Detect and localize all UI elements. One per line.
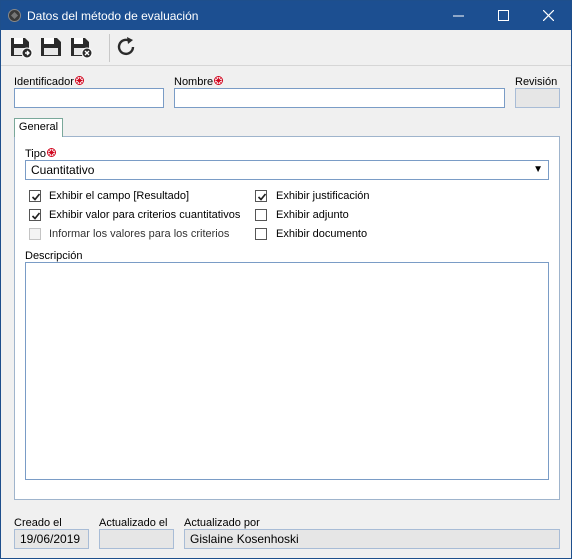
tipo-label-text: Tipo	[25, 148, 46, 160]
revision-input	[515, 88, 560, 108]
identificador-input[interactable]	[14, 88, 164, 108]
save-close-button[interactable]	[69, 35, 93, 59]
informar-valores-checkbox	[29, 228, 41, 240]
actualizado-label: Actualizado el	[99, 517, 168, 529]
required-icon	[214, 76, 224, 85]
tab-general[interactable]: General	[14, 118, 63, 137]
identificador-label-text: Identificador	[14, 76, 74, 88]
actualizado-por-label: Actualizado por	[184, 517, 260, 529]
checkmark-icon	[31, 193, 41, 201]
save-close-icon	[71, 38, 93, 59]
creado-input: 19/06/2019	[14, 529, 89, 549]
refresh-icon	[117, 37, 135, 56]
app-icon	[8, 9, 21, 22]
actualizado-input	[99, 529, 174, 549]
exhibir-adjunto-label[interactable]: Exhibir adjunto	[276, 209, 349, 221]
toolbar	[1, 30, 571, 66]
creado-label: Creado el	[14, 517, 62, 529]
close-icon	[543, 10, 554, 21]
required-icon	[47, 148, 56, 157]
exhibir-valor-label[interactable]: Exhibir valor para criterios cuantitativ…	[49, 209, 240, 221]
save-button[interactable]	[39, 35, 63, 59]
exhibir-documento-checkbox[interactable]	[255, 228, 267, 240]
save-icon	[41, 38, 61, 56]
identificador-label: Identificador	[14, 76, 84, 88]
minimize-button[interactable]	[436, 1, 481, 30]
exhibir-valor-checkbox[interactable]	[29, 209, 41, 221]
save-new-button[interactable]	[9, 35, 33, 59]
maximize-icon	[498, 10, 509, 21]
dropdown-arrow-icon[interactable]: ▼	[533, 164, 543, 175]
title-bar[interactable]: Datos del método de evaluación	[1, 1, 571, 30]
minimize-icon	[453, 15, 464, 17]
tipo-select[interactable]: Cuantitativo ▼	[25, 160, 549, 180]
nombre-input[interactable]	[174, 88, 505, 108]
exhibir-resultado-label[interactable]: Exhibir el campo [Resultado]	[49, 190, 189, 202]
checkmark-icon	[257, 193, 267, 201]
close-button[interactable]	[526, 1, 571, 30]
exhibir-resultado-checkbox[interactable]	[29, 190, 41, 202]
required-icon	[74, 76, 84, 85]
tipo-label: Tipo	[25, 148, 56, 160]
checkmark-icon	[31, 212, 41, 220]
maximize-button[interactable]	[481, 1, 526, 30]
nombre-label-text: Nombre	[174, 76, 214, 88]
toolbar-separator	[109, 34, 110, 62]
nombre-label: Nombre	[174, 76, 224, 88]
window-title: Datos del método de evaluación	[27, 9, 199, 23]
exhibir-justificacion-label[interactable]: Exhibir justificación	[276, 190, 370, 202]
informar-valores-label: Informar los valores para los criterios	[49, 228, 230, 240]
dialog-window: Datos del método de evaluación Identific…	[0, 0, 572, 559]
tipo-selected-value: Cuantitativo	[31, 163, 95, 177]
save-new-icon	[11, 38, 33, 59]
revision-label: Revisión	[515, 76, 558, 88]
exhibir-adjunto-checkbox[interactable]	[255, 209, 267, 221]
exhibir-justificacion-checkbox[interactable]	[255, 190, 267, 202]
descripcion-textarea[interactable]	[25, 262, 549, 480]
exhibir-documento-label[interactable]: Exhibir documento	[276, 228, 367, 240]
descripcion-label: Descripción	[25, 250, 83, 262]
actualizado-por-input: Gislaine Kosenhoski	[184, 529, 560, 549]
refresh-button[interactable]	[115, 35, 139, 59]
